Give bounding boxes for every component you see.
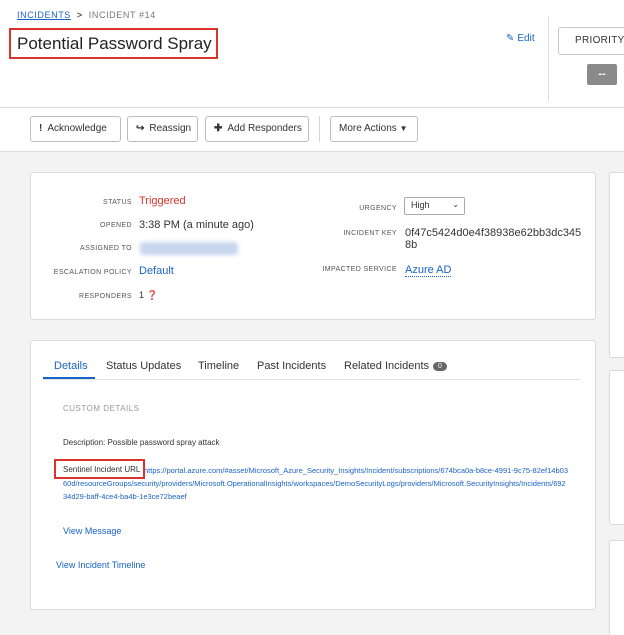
assigned-user-redacted[interactable] bbox=[140, 242, 238, 255]
reassign-label: Reassign bbox=[149, 123, 192, 134]
impacted-service-link[interactable]: Azure AD bbox=[405, 264, 452, 277]
responders-count: 1 ❓ bbox=[139, 290, 158, 301]
pencil-icon: ✎ bbox=[506, 33, 515, 44]
right-side-card-top bbox=[609, 172, 624, 358]
help-icon[interactable]: ❓ bbox=[147, 290, 158, 300]
right-side-card-middle bbox=[609, 370, 624, 525]
custom-details-heading: CUSTOM DETAILS bbox=[63, 404, 140, 413]
related-incidents-count-badge: 0 bbox=[433, 362, 447, 371]
tab-timeline[interactable]: Timeline bbox=[198, 360, 239, 372]
breadcrumb-separator: > bbox=[76, 10, 83, 20]
view-message-link[interactable]: View Message bbox=[63, 526, 121, 536]
acknowledge-button[interactable]: ! Acknowledge bbox=[30, 116, 121, 142]
sentinel-label-highlight-box bbox=[54, 459, 145, 479]
page-title: Potential Password Spray bbox=[17, 34, 212, 53]
priority-dropdown[interactable]: PRIORITY▼ bbox=[558, 27, 624, 55]
add-user-icon: ✚ bbox=[214, 123, 223, 134]
escalation-policy-link[interactable]: Default bbox=[139, 265, 174, 277]
chevron-down-icon: ⌄ bbox=[452, 200, 459, 209]
escalation-policy-label: ESCALATION POLICY bbox=[53, 269, 132, 276]
right-side-card-bottom bbox=[609, 540, 624, 635]
more-actions-label: More Actions bbox=[339, 123, 397, 134]
incident-header: INCIDENTS > INCIDENT #14 Potential Passwor… bbox=[0, 0, 624, 108]
status-label: STATUS bbox=[103, 199, 132, 206]
tab-past-incidents[interactable]: Past Incidents bbox=[257, 360, 326, 372]
incident-key-label: INCIDENT KEY bbox=[343, 230, 397, 237]
status-value: Triggered bbox=[139, 195, 186, 207]
related-incidents-label: Related Incidents bbox=[344, 360, 429, 372]
responders-label: RESPONDERS bbox=[78, 293, 132, 300]
assigned-to-label: ASSIGNED TO bbox=[80, 245, 132, 252]
exclamation-icon: ! bbox=[39, 123, 43, 134]
impacted-service-label: IMPACTED SERVICE bbox=[322, 266, 397, 273]
urgency-value: High bbox=[411, 200, 430, 210]
action-toolbar: ! Acknowledge ↪ Reassign ✚ Add Responders M… bbox=[0, 108, 624, 152]
more-actions-dropdown[interactable]: More Actions ▼ bbox=[330, 116, 418, 142]
header-divider bbox=[548, 17, 549, 101]
reassign-icon: ↪ bbox=[136, 123, 145, 134]
responders-value: 1 bbox=[139, 290, 145, 300]
tab-status-updates[interactable]: Status Updates bbox=[106, 360, 181, 372]
edit-label: Edit bbox=[517, 33, 535, 44]
chevron-down-icon: ▼ bbox=[399, 124, 408, 133]
incident-key-value: 0f47c5424d0e4f38938e62bb3dc3458b bbox=[405, 227, 582, 251]
add-responders-button[interactable]: ✚ Add Responders bbox=[205, 116, 309, 142]
breadcrumb-incidents-link[interactable]: INCIDENTS bbox=[17, 10, 71, 20]
reassign-button[interactable]: ↪ Reassign bbox=[127, 116, 198, 142]
acknowledge-label: Acknowledge bbox=[47, 123, 107, 134]
tabs-divider bbox=[43, 379, 581, 380]
view-incident-timeline-link[interactable]: View Incident Timeline bbox=[56, 560, 145, 570]
priority-label: PRIORITY bbox=[575, 35, 624, 46]
tab-related-incidents[interactable]: Related Incidents 0 bbox=[344, 360, 447, 372]
opened-label: OPENED bbox=[100, 222, 132, 229]
opened-value: 3:38 PM (a minute ago) bbox=[139, 219, 254, 231]
breadcrumb: INCIDENTS > INCIDENT #14 bbox=[17, 10, 156, 20]
toolbar-divider bbox=[319, 116, 320, 142]
edit-button[interactable]: ✎ Edit bbox=[506, 33, 535, 44]
add-responders-label: Add Responders bbox=[227, 123, 302, 134]
description-text: Description: Possible password spray att… bbox=[63, 438, 220, 447]
tab-details[interactable]: Details bbox=[54, 360, 88, 372]
breadcrumb-current: INCIDENT #14 bbox=[88, 10, 156, 20]
urgency-select[interactable]: High ⌄ bbox=[404, 197, 465, 215]
urgency-label: URGENCY bbox=[359, 205, 397, 212]
priority-value-badge[interactable]: -- bbox=[587, 64, 617, 85]
